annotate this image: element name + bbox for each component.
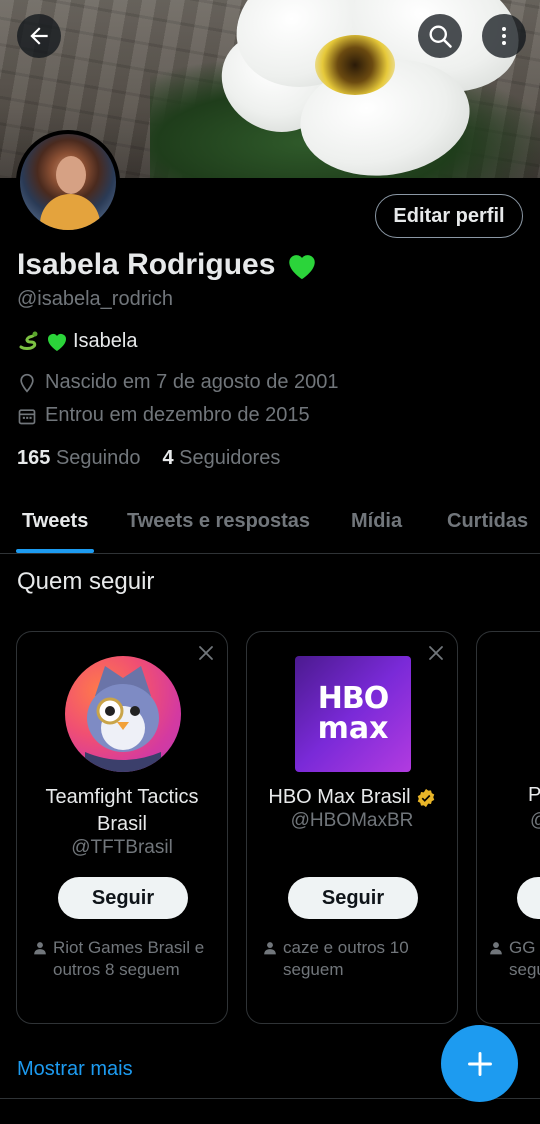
social-context-line2: outros 8 seguem xyxy=(53,960,180,979)
more-vertical-icon xyxy=(502,27,506,45)
verified-badge-icon xyxy=(417,788,434,807)
follow-suggestion-card[interactable]: HBO max HBO Max Brasil @HBOMaxBR Seguir … xyxy=(246,631,458,1024)
avatar[interactable] xyxy=(16,130,120,234)
suggestion-handle: @HBOMaxBR xyxy=(290,810,414,831)
arrow-left-icon xyxy=(30,27,48,45)
profile-tabs: Tweets Tweets e respostas Mídia Curtidas xyxy=(0,490,540,554)
followers-link[interactable]: 4 Seguidores xyxy=(162,447,280,470)
joined-date-text: Entrou em dezembro de 2015 xyxy=(45,404,310,426)
flower-center xyxy=(315,35,395,95)
divider xyxy=(0,1098,540,1099)
snake-icon xyxy=(19,331,38,350)
social-context: caze e outros 10 seguem xyxy=(263,937,445,981)
compose-tweet-button[interactable] xyxy=(441,1025,518,1102)
person-icon xyxy=(264,942,276,955)
profile-handle: @isabela_rodrich xyxy=(17,288,173,310)
social-context: GG ( segu xyxy=(489,937,540,981)
follow-button[interactable] xyxy=(517,877,540,919)
social-context-line1: GG ( xyxy=(509,938,540,957)
birth-date-text: Nascido em 7 de agosto de 2001 xyxy=(45,371,339,393)
tab-media[interactable]: Mídia xyxy=(351,510,402,533)
avatar-face xyxy=(56,156,86,194)
penguin-icon xyxy=(85,666,161,772)
tab-likes[interactable]: Curtidas xyxy=(447,510,528,533)
hbo-max-logo[interactable]: HBO max xyxy=(295,656,411,772)
close-icon[interactable] xyxy=(427,644,445,662)
profile-name-row: Isabela Rodrigues xyxy=(17,248,319,282)
calendar-icon xyxy=(18,408,36,424)
suggestion-name[interactable]: HBO Max Brasil xyxy=(255,784,449,811)
search-icon xyxy=(429,25,452,48)
profile-bio: Isabela xyxy=(17,329,138,353)
birth-date-row: Nascido em 7 de agosto de 2001 xyxy=(17,371,339,394)
follow-suggestion-card[interactable]: P @ GG ( segu xyxy=(476,631,540,1024)
more-button[interactable] xyxy=(482,14,526,58)
follow-button[interactable]: Seguir xyxy=(288,877,418,919)
person-icon xyxy=(490,942,502,955)
social-context-line1: Riot Games Brasil e xyxy=(53,938,205,957)
followers-count: 4 xyxy=(162,447,174,469)
suggestion-handle-partial: @ xyxy=(530,810,540,832)
suggestion-name[interactable]: Teamfight Tactics Brasil xyxy=(25,784,219,838)
suggestion-handle: @TFTBrasil xyxy=(71,837,173,858)
bio-text: Isabela xyxy=(73,329,138,352)
following-count: 165 xyxy=(17,447,51,469)
suggestion-name-text: HBO Max Brasil xyxy=(268,786,411,808)
avatar-shirt xyxy=(40,194,100,230)
who-to-follow-title: Quem seguir xyxy=(17,568,155,595)
joined-date-row: Entrou em dezembro de 2015 xyxy=(17,404,310,427)
social-context-line1: caze e outros 10 xyxy=(283,938,409,957)
follow-suggestion-card[interactable]: Teamfight Tactics Brasil @TFTBrasil Segu… xyxy=(16,631,228,1024)
active-tab-indicator xyxy=(16,549,94,553)
following-label: Seguindo xyxy=(55,447,141,469)
followers-label: Seguidores xyxy=(179,447,281,469)
profile-name: Isabela Rodrigues xyxy=(17,248,276,281)
close-icon[interactable] xyxy=(197,644,215,662)
tab-tweets-and-replies[interactable]: Tweets e respostas xyxy=(127,510,310,533)
social-context-line2: segu xyxy=(509,960,540,979)
tab-tweets[interactable]: Tweets xyxy=(22,510,88,533)
green-heart-icon xyxy=(48,334,66,351)
suggestion-name-line2: Brasil xyxy=(96,813,147,835)
social-context: Riot Games Brasil e outros 8 seguem xyxy=(33,937,215,981)
follow-button[interactable]: Seguir xyxy=(58,877,188,919)
edit-profile-button[interactable]: Editar perfil xyxy=(375,194,523,238)
logo-line1: HBO xyxy=(317,681,389,716)
tft-avatar[interactable] xyxy=(65,656,181,772)
suggestion-name-line1: Teamfight Tactics xyxy=(45,786,199,808)
following-link[interactable]: 165 Seguindo xyxy=(17,447,140,470)
logo-line2: max xyxy=(317,711,389,746)
plus-icon xyxy=(467,1051,492,1076)
person-icon xyxy=(34,942,46,955)
social-context-line2: seguem xyxy=(283,960,344,979)
show-more-link[interactable]: Mostrar mais xyxy=(17,1058,133,1081)
green-heart-icon xyxy=(289,255,316,280)
suggestion-name-partial: P xyxy=(528,784,540,807)
follow-counts: 165 Seguindo 4 Seguidores xyxy=(17,447,280,470)
location-icon xyxy=(20,373,34,393)
back-button[interactable] xyxy=(17,14,61,58)
search-button[interactable] xyxy=(418,14,462,58)
